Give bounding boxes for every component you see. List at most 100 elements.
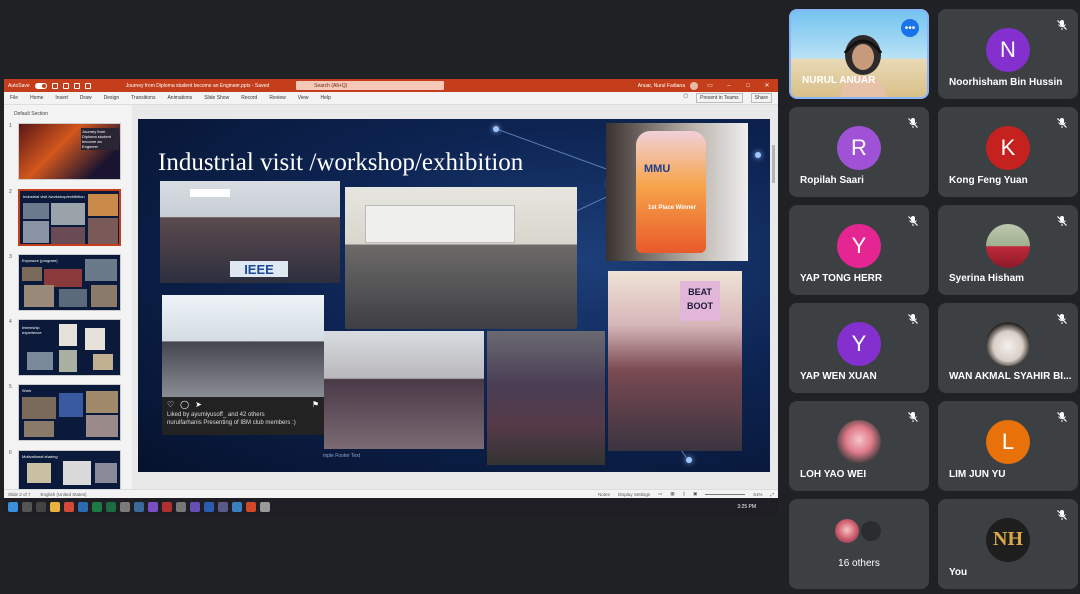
tab-file[interactable]: File <box>10 95 18 101</box>
participant-tile[interactable]: Y YAP TONG HERR <box>789 205 929 295</box>
slide-thumbnail-5[interactable]: Work <box>18 384 121 441</box>
comment-icon[interactable]: ◯ <box>180 400 189 409</box>
task-view-icon[interactable] <box>36 501 46 512</box>
mic-off-icon <box>908 314 918 324</box>
shared-screen[interactable]: AutoSave Journey from Diploma student be… <box>4 79 778 515</box>
maximize-icon[interactable]: □ <box>741 83 755 89</box>
visual-studio-icon[interactable] <box>148 501 158 512</box>
slide-thumbnail-6[interactable]: Motivational sharing <box>18 450 121 489</box>
slideshow-view-icon[interactable]: ▣ <box>693 491 697 497</box>
insta-liked: Liked by ayumiyusoff_ and 42 others <box>167 412 265 418</box>
slide-thumbnail-3[interactable]: Exposure (program) <box>18 254 121 311</box>
ribbon-display-icon[interactable]: ▭ <box>703 82 717 89</box>
autosave-toggle[interactable] <box>34 82 47 89</box>
participant-tile[interactable]: R Ropilah Saari <box>789 107 929 197</box>
bookmark-icon[interactable]: ⚑ <box>312 400 319 409</box>
app-icon[interactable] <box>176 501 186 512</box>
present-in-teams-button[interactable]: Present in Teams <box>696 93 743 103</box>
zoom-slider[interactable] <box>705 493 746 495</box>
share-icon[interactable]: ➤ <box>195 400 202 409</box>
chrome-icon[interactable] <box>64 501 74 512</box>
participant-tile[interactable]: N Noorhisham Bin Hussin <box>938 9 1078 99</box>
app-icon[interactable] <box>134 501 144 512</box>
ppt-statusbar: Slide 2 of 7 English (United States) Not… <box>4 489 778 498</box>
participant-tile[interactable]: Y YAP WEN XUAN <box>789 303 929 393</box>
outlook-icon[interactable] <box>78 501 88 512</box>
reading-view-icon[interactable]: ▯ <box>683 491 685 497</box>
app-icon[interactable] <box>162 501 172 512</box>
presenter-video <box>839 35 887 97</box>
section-label[interactable]: Default Section <box>4 105 126 117</box>
avatar: N <box>986 27 1030 72</box>
participant-name: You <box>949 567 968 578</box>
others-tile[interactable]: 16 others <box>789 499 929 589</box>
more-options-icon[interactable]: ••• <box>901 19 919 37</box>
mic-off-icon <box>1057 314 1067 324</box>
minimize-icon[interactable]: – <box>722 83 736 89</box>
avatar <box>835 519 859 543</box>
notes-button[interactable]: Notes <box>598 492 610 497</box>
slide-thumbnail-1[interactable]: Journey from Diploma student become an E… <box>18 123 121 180</box>
app-icon[interactable] <box>106 501 116 512</box>
tab-insert[interactable]: Insert <box>55 95 68 101</box>
slide-footer: mple Footer Text <box>323 453 361 459</box>
file-explorer-icon[interactable] <box>50 501 60 512</box>
user-name: Anuar, Nurul Fadiana <box>637 82 685 89</box>
display-settings-button[interactable]: Display Settings <box>618 492 650 497</box>
participant-tile[interactable]: K Kong Feng Yuan <box>938 107 1078 197</box>
participant-tile-nurul-anuar[interactable]: ••• NURUL ANUAR <box>789 9 929 99</box>
tab-view[interactable]: View <box>298 95 309 101</box>
teams-icon[interactable] <box>190 501 200 512</box>
heart-icon[interactable]: ♡ <box>167 400 174 409</box>
tab-help[interactable]: Help <box>320 95 330 101</box>
current-slide[interactable]: Industrial visit /workshop/exhibition IE… <box>138 119 770 472</box>
excel-icon[interactable] <box>92 501 102 512</box>
powerpoint-icon[interactable] <box>246 501 256 512</box>
sorter-view-icon[interactable]: ▦ <box>670 491 674 497</box>
search-input[interactable]: Search (Alt+Q) <box>296 81 445 90</box>
mic-off-icon <box>1057 118 1067 128</box>
tab-record[interactable]: Record <box>241 95 257 101</box>
share-button[interactable]: Share <box>750 93 772 103</box>
tab-design[interactable]: Design <box>104 95 120 101</box>
tab-slide-show[interactable]: Slide Show <box>204 95 229 101</box>
slide-thumbnail-4[interactable]: Internship experience <box>18 319 121 376</box>
participant-tile[interactable]: LOH YAO WEI <box>789 401 929 491</box>
app-icon[interactable] <box>218 501 228 512</box>
slide-thumbnails[interactable]: Default Section 1 Journey from Diploma s… <box>4 105 126 489</box>
comments-icon[interactable]: ▢ <box>683 93 688 103</box>
avatar[interactable] <box>690 81 698 90</box>
tab-transitions[interactable]: Transitions <box>131 95 155 101</box>
tab-draw[interactable]: Draw <box>80 95 92 101</box>
participant-tile-you[interactable]: NH You <box>938 499 1078 589</box>
word-icon[interactable] <box>204 501 214 512</box>
slide-canvas[interactable]: Industrial visit /workshop/exhibition IE… <box>132 105 778 489</box>
undo-icon[interactable] <box>62 82 69 89</box>
normal-view-icon[interactable]: ▭ <box>658 491 662 497</box>
search-icon[interactable] <box>22 501 32 512</box>
avatar: L <box>986 419 1030 464</box>
fit-to-window-icon[interactable]: ⤢ <box>770 492 774 497</box>
tab-review[interactable]: Review <box>269 95 285 101</box>
slide-thumbnail-2[interactable]: Industrial visit /workshop/exhibition <box>18 189 121 246</box>
vertical-scrollbar[interactable] <box>771 105 776 489</box>
mic-off-icon <box>1057 510 1067 520</box>
tab-animations[interactable]: Animations <box>167 95 192 101</box>
tab-home[interactable]: Home <box>30 95 43 101</box>
app-icon[interactable] <box>232 501 242 512</box>
app-icon[interactable] <box>260 501 270 512</box>
redo-icon[interactable] <box>73 82 80 89</box>
participant-tile[interactable]: WAN AKMAL SYAHIR BI... <box>938 303 1078 393</box>
participant-tile[interactable]: L LIM JUN YU <box>938 401 1078 491</box>
zoom-level[interactable]: 51% <box>753 492 762 497</box>
start-icon[interactable] <box>8 501 18 512</box>
language-status[interactable]: English (United States) <box>41 492 87 497</box>
mic-off-icon <box>908 216 918 226</box>
slide-title[interactable]: Industrial visit /workshop/exhibition <box>158 149 523 177</box>
present-icon[interactable] <box>84 82 91 89</box>
participant-tile[interactable]: Syerina Hisham <box>938 205 1078 295</box>
app-icon[interactable] <box>120 501 130 512</box>
thumb-number: 5 <box>9 384 12 390</box>
save-icon[interactable] <box>51 82 58 89</box>
close-icon[interactable]: ✕ <box>760 82 774 89</box>
